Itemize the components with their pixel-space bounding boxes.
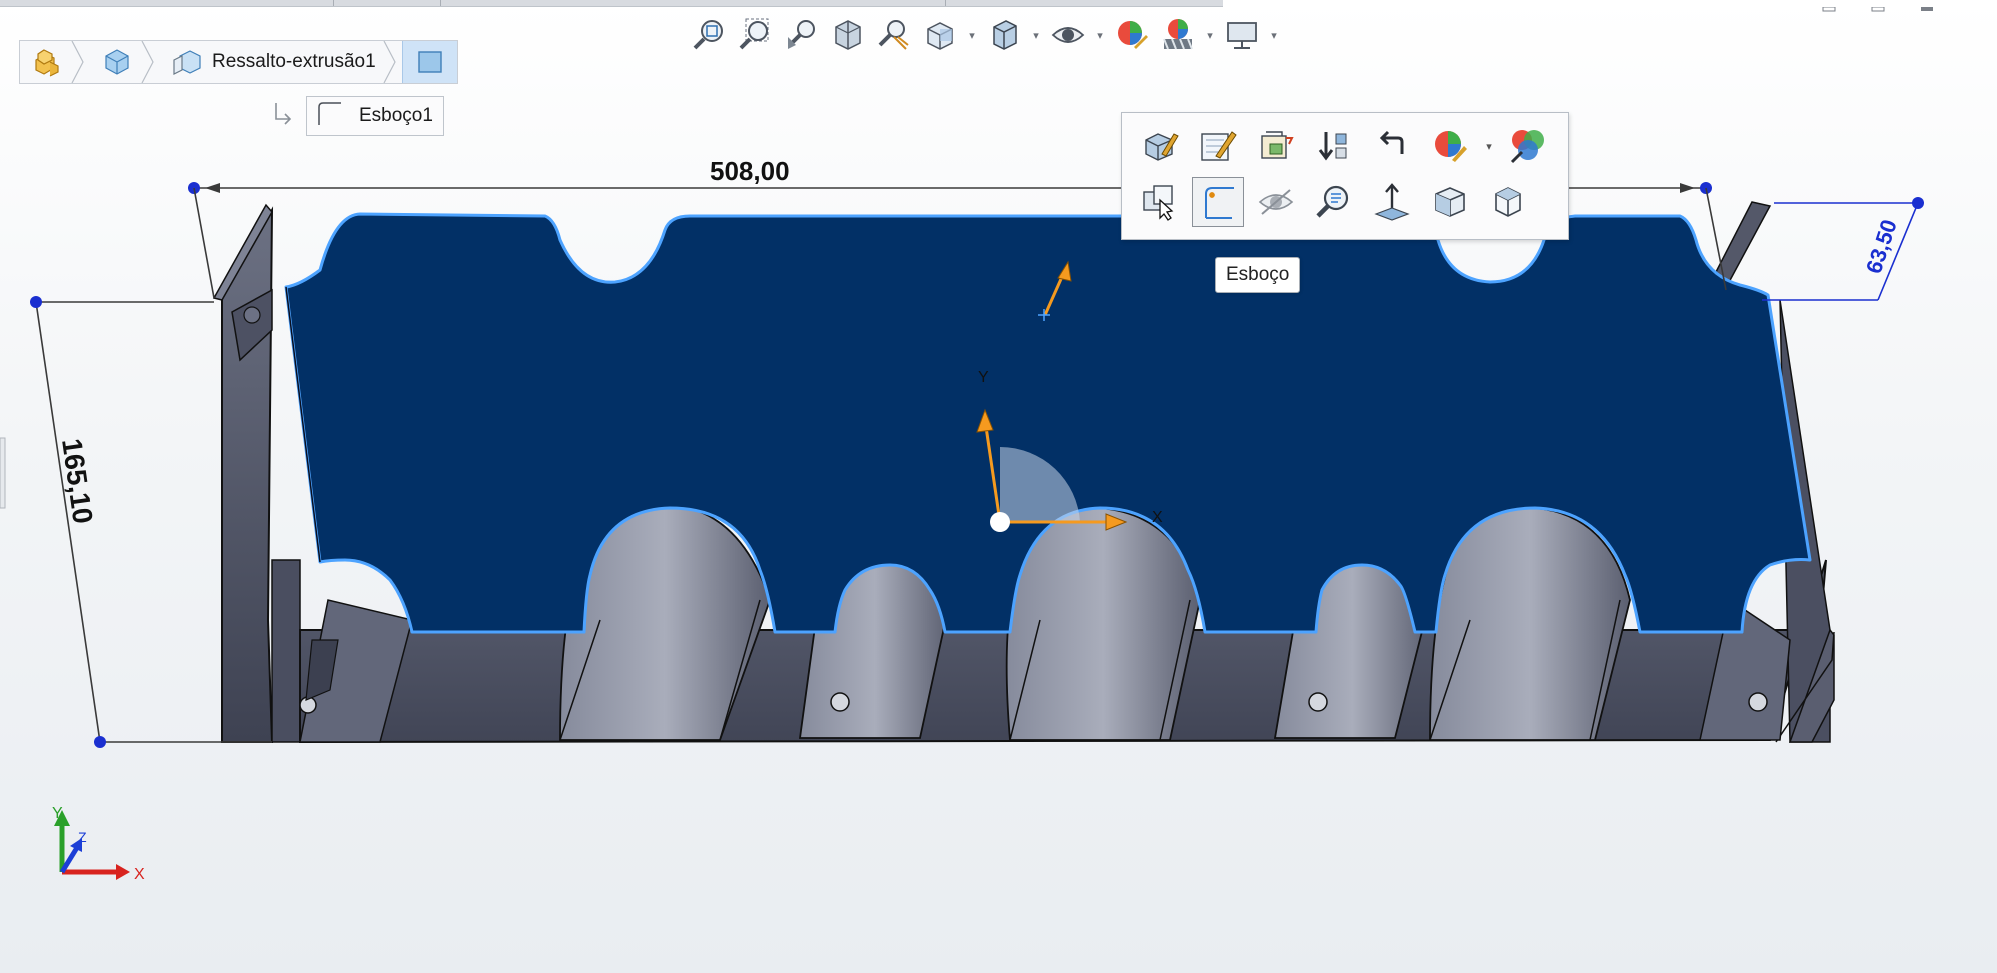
triad-x-label: X — [134, 866, 145, 883]
origin-x-label: X — [1152, 509, 1163, 526]
view-box-icon[interactable] — [1424, 177, 1476, 227]
dimension-depth-value: 63,50 — [1861, 216, 1902, 276]
appearance-multi-icon[interactable] — [1502, 121, 1554, 171]
chevron-down-icon[interactable]: ▾ — [1482, 121, 1496, 171]
dimension-width-value: 508,00 — [710, 156, 790, 186]
sketch-new-icon[interactable] — [1192, 177, 1244, 227]
select-other-icon[interactable] — [1134, 177, 1186, 227]
normal-to-icon[interactable] — [1366, 177, 1418, 227]
parent-child-icon[interactable] — [1366, 121, 1418, 171]
hide-icon[interactable] — [1250, 177, 1302, 227]
appearance-icon[interactable] — [1424, 121, 1476, 171]
reference-triad: X Y Z — [52, 805, 145, 883]
triad-z-label: Z — [78, 829, 87, 845]
left-panel-handle[interactable] — [0, 437, 6, 509]
origin-y-label: Y — [978, 369, 989, 386]
zoom-to-selection-icon[interactable] — [1308, 177, 1360, 227]
edit-feature-icon[interactable] — [1134, 121, 1186, 171]
sketch-edit-icon[interactable] — [1250, 121, 1302, 171]
isometric-view-icon[interactable] — [1482, 177, 1534, 227]
triad-y-label: Y — [52, 805, 63, 822]
edit-sketch-icon[interactable] — [1192, 121, 1244, 171]
graphics-area[interactable]: 508,00 165,10 63,50 Y X X Y Z — [0, 0, 1997, 973]
context-toolbar: ▾ — [1121, 112, 1569, 240]
tooltip: Esboço — [1215, 257, 1301, 293]
dimension-depth[interactable]: 63,50 — [1762, 197, 1924, 301]
dimension-height-value: 165,10 — [56, 437, 99, 526]
rollback-icon[interactable] — [1308, 121, 1360, 171]
